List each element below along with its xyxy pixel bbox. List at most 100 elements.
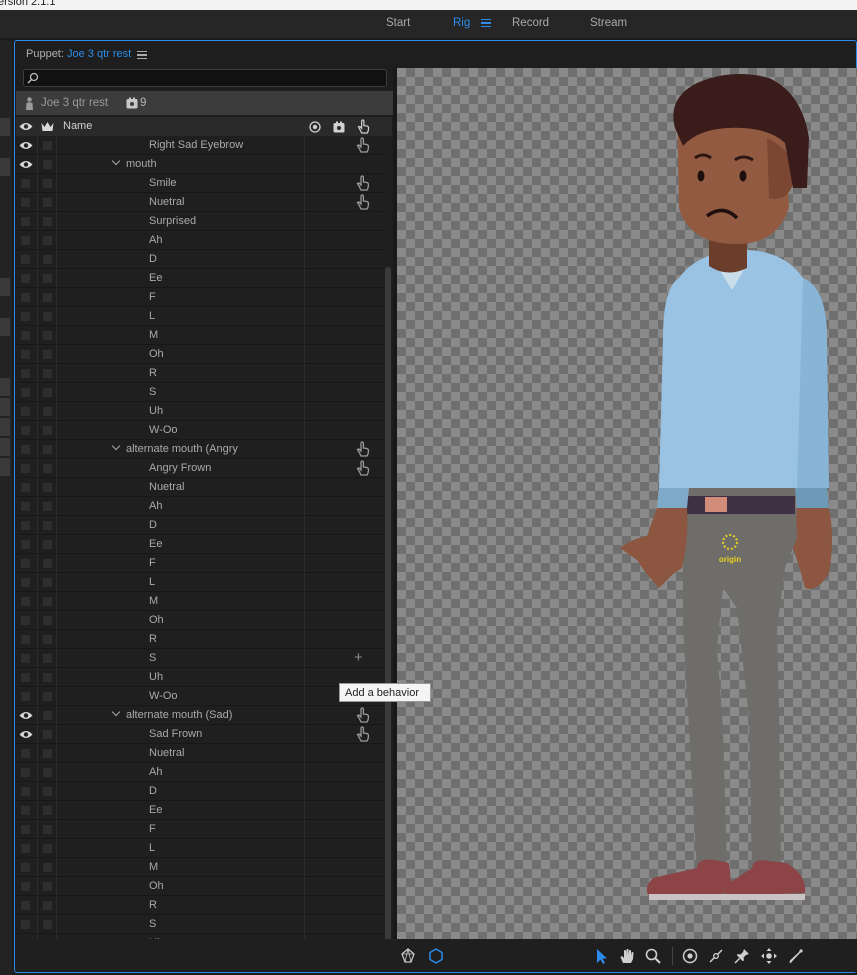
layer-name-cell[interactable]: S <box>58 649 305 667</box>
tag-cell[interactable] <box>306 326 328 344</box>
add-behavior-plus-icon[interactable]: + <box>351 649 375 667</box>
layer-name-cell[interactable]: Angry Frown <box>58 459 305 477</box>
visibility-toggle[interactable] <box>16 839 36 857</box>
independent-toggle[interactable] <box>37 782 57 800</box>
layer-row[interactable]: S <box>16 383 386 402</box>
behavior-cell[interactable] <box>351 250 375 268</box>
bone-tool-icon[interactable] <box>787 947 805 965</box>
independent-toggle[interactable] <box>37 915 57 933</box>
behavior-cell[interactable] <box>351 345 375 363</box>
panel-menu-icon[interactable] <box>137 51 147 59</box>
independent-toggle[interactable] <box>37 763 57 781</box>
visibility-toggle[interactable] <box>16 364 36 382</box>
visibility-toggle[interactable] <box>16 231 36 249</box>
tag-cell[interactable] <box>306 744 328 762</box>
layer-row[interactable]: Ah <box>16 763 386 782</box>
behavior-cell[interactable] <box>351 516 375 534</box>
tag-cell[interactable] <box>306 364 328 382</box>
visibility-toggle[interactable] <box>16 744 36 762</box>
layer-group-row[interactable]: mouth <box>16 155 386 174</box>
visibility-toggle[interactable] <box>16 516 36 534</box>
layer-row[interactable]: M <box>16 326 386 345</box>
visibility-toggle[interactable] <box>16 630 36 648</box>
independent-toggle[interactable] <box>37 573 57 591</box>
visibility-toggle[interactable] <box>16 307 36 325</box>
layer-row[interactable]: R <box>16 896 386 915</box>
crown-column-icon[interactable] <box>41 121 54 132</box>
tag-cell[interactable] <box>306 573 328 591</box>
visibility-toggle[interactable] <box>16 440 36 458</box>
tag-cell[interactable] <box>306 516 328 534</box>
visibility-toggle[interactable] <box>16 782 36 800</box>
independent-toggle[interactable] <box>37 630 57 648</box>
layer-row[interactable]: W-Oo <box>16 687 386 706</box>
tag-cell[interactable] <box>306 440 328 458</box>
independent-toggle[interactable] <box>37 554 57 572</box>
layer-name-cell[interactable]: Oh <box>58 877 305 895</box>
layer-row[interactable]: Ah <box>16 497 386 516</box>
behavior-cell[interactable] <box>351 782 375 800</box>
tag-cell[interactable] <box>306 269 328 287</box>
tag-cell[interactable] <box>306 668 328 686</box>
independent-toggle[interactable] <box>37 478 57 496</box>
behavior-cell[interactable] <box>351 288 375 306</box>
tag-cell[interactable] <box>306 725 328 743</box>
layer-row[interactable]: M <box>16 858 386 877</box>
independent-toggle[interactable] <box>37 174 57 192</box>
tag-cell[interactable] <box>306 231 328 249</box>
independent-toggle[interactable] <box>37 858 57 876</box>
layer-name-cell[interactable]: Ee <box>58 535 305 553</box>
tag-cell[interactable] <box>306 212 328 230</box>
layer-row[interactable]: Oh <box>16 611 386 630</box>
independent-toggle[interactable] <box>37 250 57 268</box>
layer-row[interactable]: Ee <box>16 801 386 820</box>
behavior-cell[interactable] <box>351 896 375 914</box>
behavior-cell[interactable] <box>351 630 375 648</box>
rig-menu-icon[interactable] <box>481 19 491 27</box>
layer-row[interactable]: D <box>16 782 386 801</box>
layer-row[interactable]: Oh <box>16 877 386 896</box>
zoom-icon[interactable] <box>644 947 662 965</box>
layer-name-cell[interactable]: W-Oo <box>58 687 305 705</box>
layer-name-cell[interactable]: Surprised <box>58 212 305 230</box>
layer-name-cell[interactable]: alternate mouth (Angry <box>58 440 305 458</box>
visibility-toggle[interactable] <box>16 611 36 629</box>
layer-name-cell[interactable]: L <box>58 839 305 857</box>
independent-toggle[interactable] <box>37 801 57 819</box>
behavior-cell[interactable] <box>351 858 375 876</box>
layer-row[interactable]: Sad Frown <box>16 725 386 744</box>
layer-name-cell[interactable]: S <box>58 915 305 933</box>
layer-group-row[interactable]: alternate mouth (Angry <box>16 440 386 459</box>
behavior-cell[interactable] <box>351 801 375 819</box>
visibility-eye-icon[interactable] <box>16 136 36 154</box>
layer-name-cell[interactable]: Smile <box>58 174 305 192</box>
independent-toggle[interactable] <box>37 516 57 534</box>
visibility-toggle[interactable] <box>16 421 36 439</box>
independent-toggle[interactable] <box>37 744 57 762</box>
layer-name-cell[interactable]: Ee <box>58 269 305 287</box>
behavior-hand-icon[interactable] <box>351 725 375 743</box>
visibility-toggle[interactable] <box>16 687 36 705</box>
visibility-toggle[interactable] <box>16 763 36 781</box>
behavior-cell[interactable] <box>351 535 375 553</box>
tag-cell[interactable] <box>306 402 328 420</box>
puppet-name-link[interactable]: Joe 3 qtr rest <box>67 48 131 60</box>
tag-cell[interactable] <box>306 611 328 629</box>
independent-toggle[interactable] <box>37 706 57 724</box>
layer-name-cell[interactable]: Right Sad Eyebrow <box>58 136 305 154</box>
layer-name-cell[interactable]: S <box>58 383 305 401</box>
visibility-eye-icon[interactable] <box>16 155 36 173</box>
layer-name-cell[interactable]: W-Oo <box>58 421 305 439</box>
tag-cell[interactable] <box>306 801 328 819</box>
layer-name-cell[interactable]: D <box>58 516 305 534</box>
layer-row[interactable]: Uh <box>16 402 386 421</box>
origin-tool-icon[interactable] <box>681 947 699 965</box>
behavior-cell[interactable] <box>351 592 375 610</box>
layer-row[interactable]: L <box>16 839 386 858</box>
independent-toggle[interactable] <box>37 649 57 667</box>
layer-row[interactable]: Ee <box>16 269 386 288</box>
layer-name-cell[interactable]: R <box>58 896 305 914</box>
behavior-cell[interactable] <box>351 269 375 287</box>
independent-toggle[interactable] <box>37 668 57 686</box>
visibility-toggle[interactable] <box>16 269 36 287</box>
